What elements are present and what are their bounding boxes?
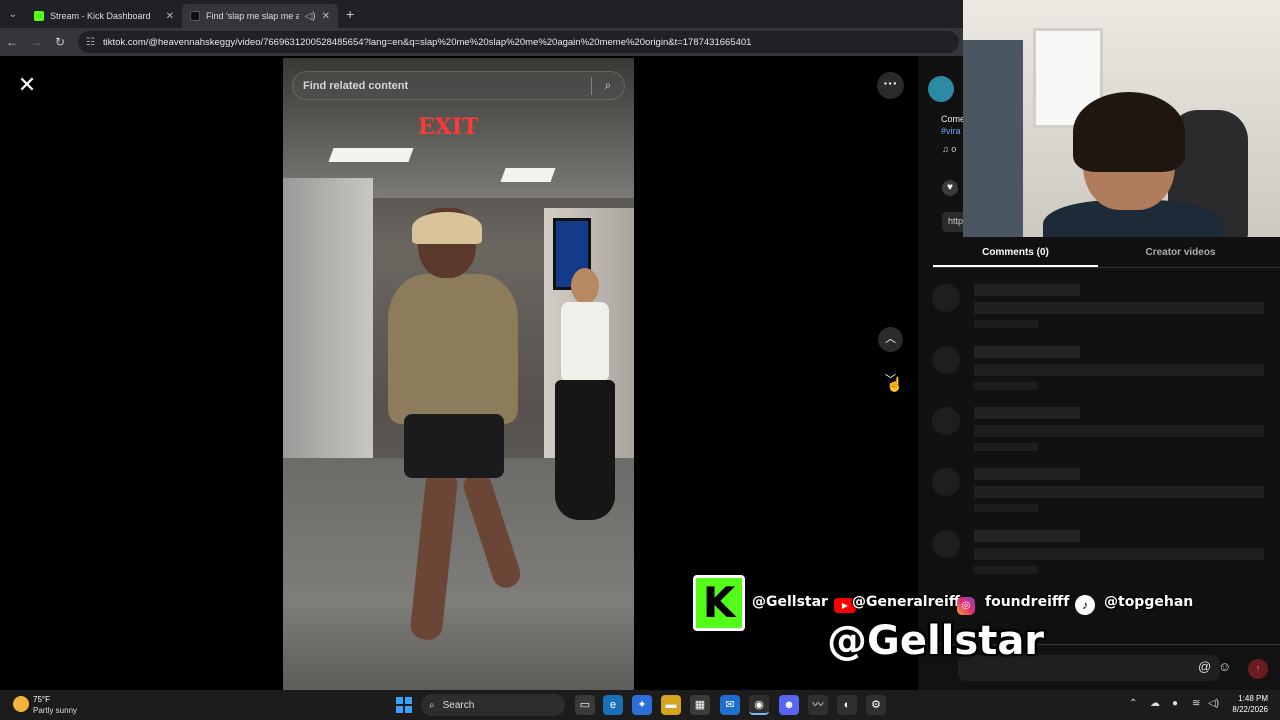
music-note-icon: ♫ <box>942 144 952 154</box>
close-tab-icon[interactable]: ✕ <box>166 11 174 22</box>
comment-skeleton <box>932 346 1272 396</box>
weather-temperature[interactable]: 75°F <box>33 695 50 704</box>
music-text: o <box>951 144 957 154</box>
instagram-icon: ◎ <box>957 597 975 615</box>
audio-app-icon[interactable]: 〰 <box>808 695 828 715</box>
comment-skeleton <box>932 468 1272 518</box>
onedrive-icon[interactable]: ☁ <box>1150 698 1160 709</box>
obs-icon[interactable]: ◐ <box>837 695 857 715</box>
comment-skeleton <box>932 530 1272 580</box>
tab-creator-videos[interactable]: Creator videos <box>1098 242 1263 267</box>
task-view-icon[interactable]: ▭ <box>575 695 595 715</box>
file-explorer-icon[interactable]: ▬ <box>661 695 681 715</box>
background-person <box>553 268 615 558</box>
tab-title: Stream - Kick Dashboard <box>50 11 151 21</box>
close-tab-icon[interactable]: ✕ <box>322 11 330 22</box>
video-description: Come <box>941 114 966 124</box>
kick-favicon-icon <box>34 11 44 21</box>
taskbar-search[interactable]: ⌕ Search <box>421 694 565 716</box>
mention-icon[interactable]: @ <box>1198 659 1211 674</box>
address-bar-row: ← → ↻ ☷ tiktok.com/@heavennahskeggy/vide… <box>0 28 963 56</box>
edge-icon[interactable]: e <box>603 695 623 715</box>
kick-logo-icon: K <box>693 575 745 631</box>
youtube-handle: @Generalreiff <box>852 594 961 610</box>
panel-tabs: Comments (0) Creator videos <box>933 242 1280 268</box>
more-options-button[interactable]: ··· <box>877 72 904 99</box>
kick-handle: @Gellstar <box>752 594 828 610</box>
tab-tiktok[interactable]: Find 'slap me slap me again ◁) ✕ <box>182 4 338 28</box>
reload-button[interactable]: ↻ <box>48 35 72 49</box>
search-icon: ⌕ <box>429 699 435 711</box>
new-tab-button[interactable]: + <box>346 6 354 22</box>
related-search-box[interactable]: ⌕ <box>292 71 625 100</box>
tiktok-favicon-icon <box>190 11 200 21</box>
volume-icon[interactable]: ◁) <box>1208 698 1219 709</box>
dancing-person <box>378 208 528 658</box>
taskbar-search-label: Search <box>442 699 475 711</box>
webcam-shelf <box>963 40 1023 237</box>
creator-avatar[interactable] <box>928 76 954 102</box>
back-button[interactable]: ← <box>0 35 24 49</box>
tab-kick-dashboard[interactable]: Stream - Kick Dashboard ✕ <box>26 4 182 28</box>
mute-tab-icon[interactable]: ◁) <box>305 11 316 22</box>
clock-date[interactable]: 8/22/2026 <box>1224 705 1268 714</box>
weather-icon[interactable] <box>13 696 29 712</box>
clock-time[interactable]: 1:48 PM <box>1238 694 1268 703</box>
tiktok-icon: ♪ <box>1075 595 1095 615</box>
url-text: tiktok.com/@heavennahskeggy/video/766963… <box>102 36 752 48</box>
webcam-hair <box>1073 92 1185 172</box>
close-video-button[interactable]: ✕ <box>14 72 40 98</box>
previous-video-button[interactable]: ︿ <box>878 327 903 352</box>
instagram-handle: foundreifff <box>985 594 1070 610</box>
forward-button[interactable]: → <box>24 35 48 49</box>
emoji-icon[interactable]: ☺ <box>1218 659 1231 674</box>
ceiling-light <box>328 148 414 162</box>
store-icon[interactable]: ▦ <box>690 695 710 715</box>
tray-chevron-icon[interactable]: ⌃ <box>1129 698 1137 709</box>
outlook-icon[interactable]: ✉ <box>720 695 740 715</box>
weather-description[interactable]: Partly sunny <box>33 706 77 715</box>
hashtag-link[interactable]: #vira <box>941 126 961 136</box>
tab-comments[interactable]: Comments (0) <box>933 242 1098 267</box>
exit-sign: EXIT <box>418 114 479 140</box>
search-icon[interactable]: ⌕ <box>592 78 624 93</box>
comment-skeleton <box>932 407 1272 457</box>
music-line[interactable]: ♫ o <box>942 144 956 154</box>
tab-title: Find 'slap me slap me again <box>206 11 299 21</box>
wifi-icon[interactable]: ≋ <box>1192 698 1200 709</box>
discord-icon[interactable]: ☻ <box>779 695 799 715</box>
video-player[interactable]: EXIT <box>283 58 634 690</box>
url-field[interactable]: ☷ tiktok.com/@heavennahskeggy/video/7669… <box>78 31 959 53</box>
ceiling-light <box>500 168 556 182</box>
comment-skeleton <box>932 284 1272 334</box>
tiktok-handle: @topgehan <box>1104 594 1194 610</box>
big-stream-handle: @Gellstar <box>827 618 1045 664</box>
browser-tab-bar: ⌄ Stream - Kick Dashboard ✕ Find 'slap m… <box>0 0 963 28</box>
chrome-icon[interactable]: ◉ <box>749 695 769 715</box>
like-heart-icon[interactable]: ♥ <box>942 180 958 196</box>
microphone-icon[interactable]: ● <box>1172 698 1178 709</box>
webcam-overlay <box>963 0 1280 237</box>
site-info-icon[interactable]: ☷ <box>86 37 95 48</box>
start-button[interactable] <box>396 697 412 713</box>
related-search-input[interactable] <box>303 79 591 92</box>
windows-taskbar: 75°F Partly sunny ⌕ Search ▭ e ✦ ▬ ▦ ✉ ◉… <box>0 690 1280 720</box>
copilot-icon[interactable]: ✦ <box>632 695 652 715</box>
tab-search-icon[interactable]: ⌄ <box>0 0 26 28</box>
settings-icon[interactable]: ⚙ <box>866 695 886 715</box>
post-comment-button[interactable]: ↑ <box>1248 659 1268 679</box>
hand-cursor-icon: ☝ <box>886 376 904 392</box>
